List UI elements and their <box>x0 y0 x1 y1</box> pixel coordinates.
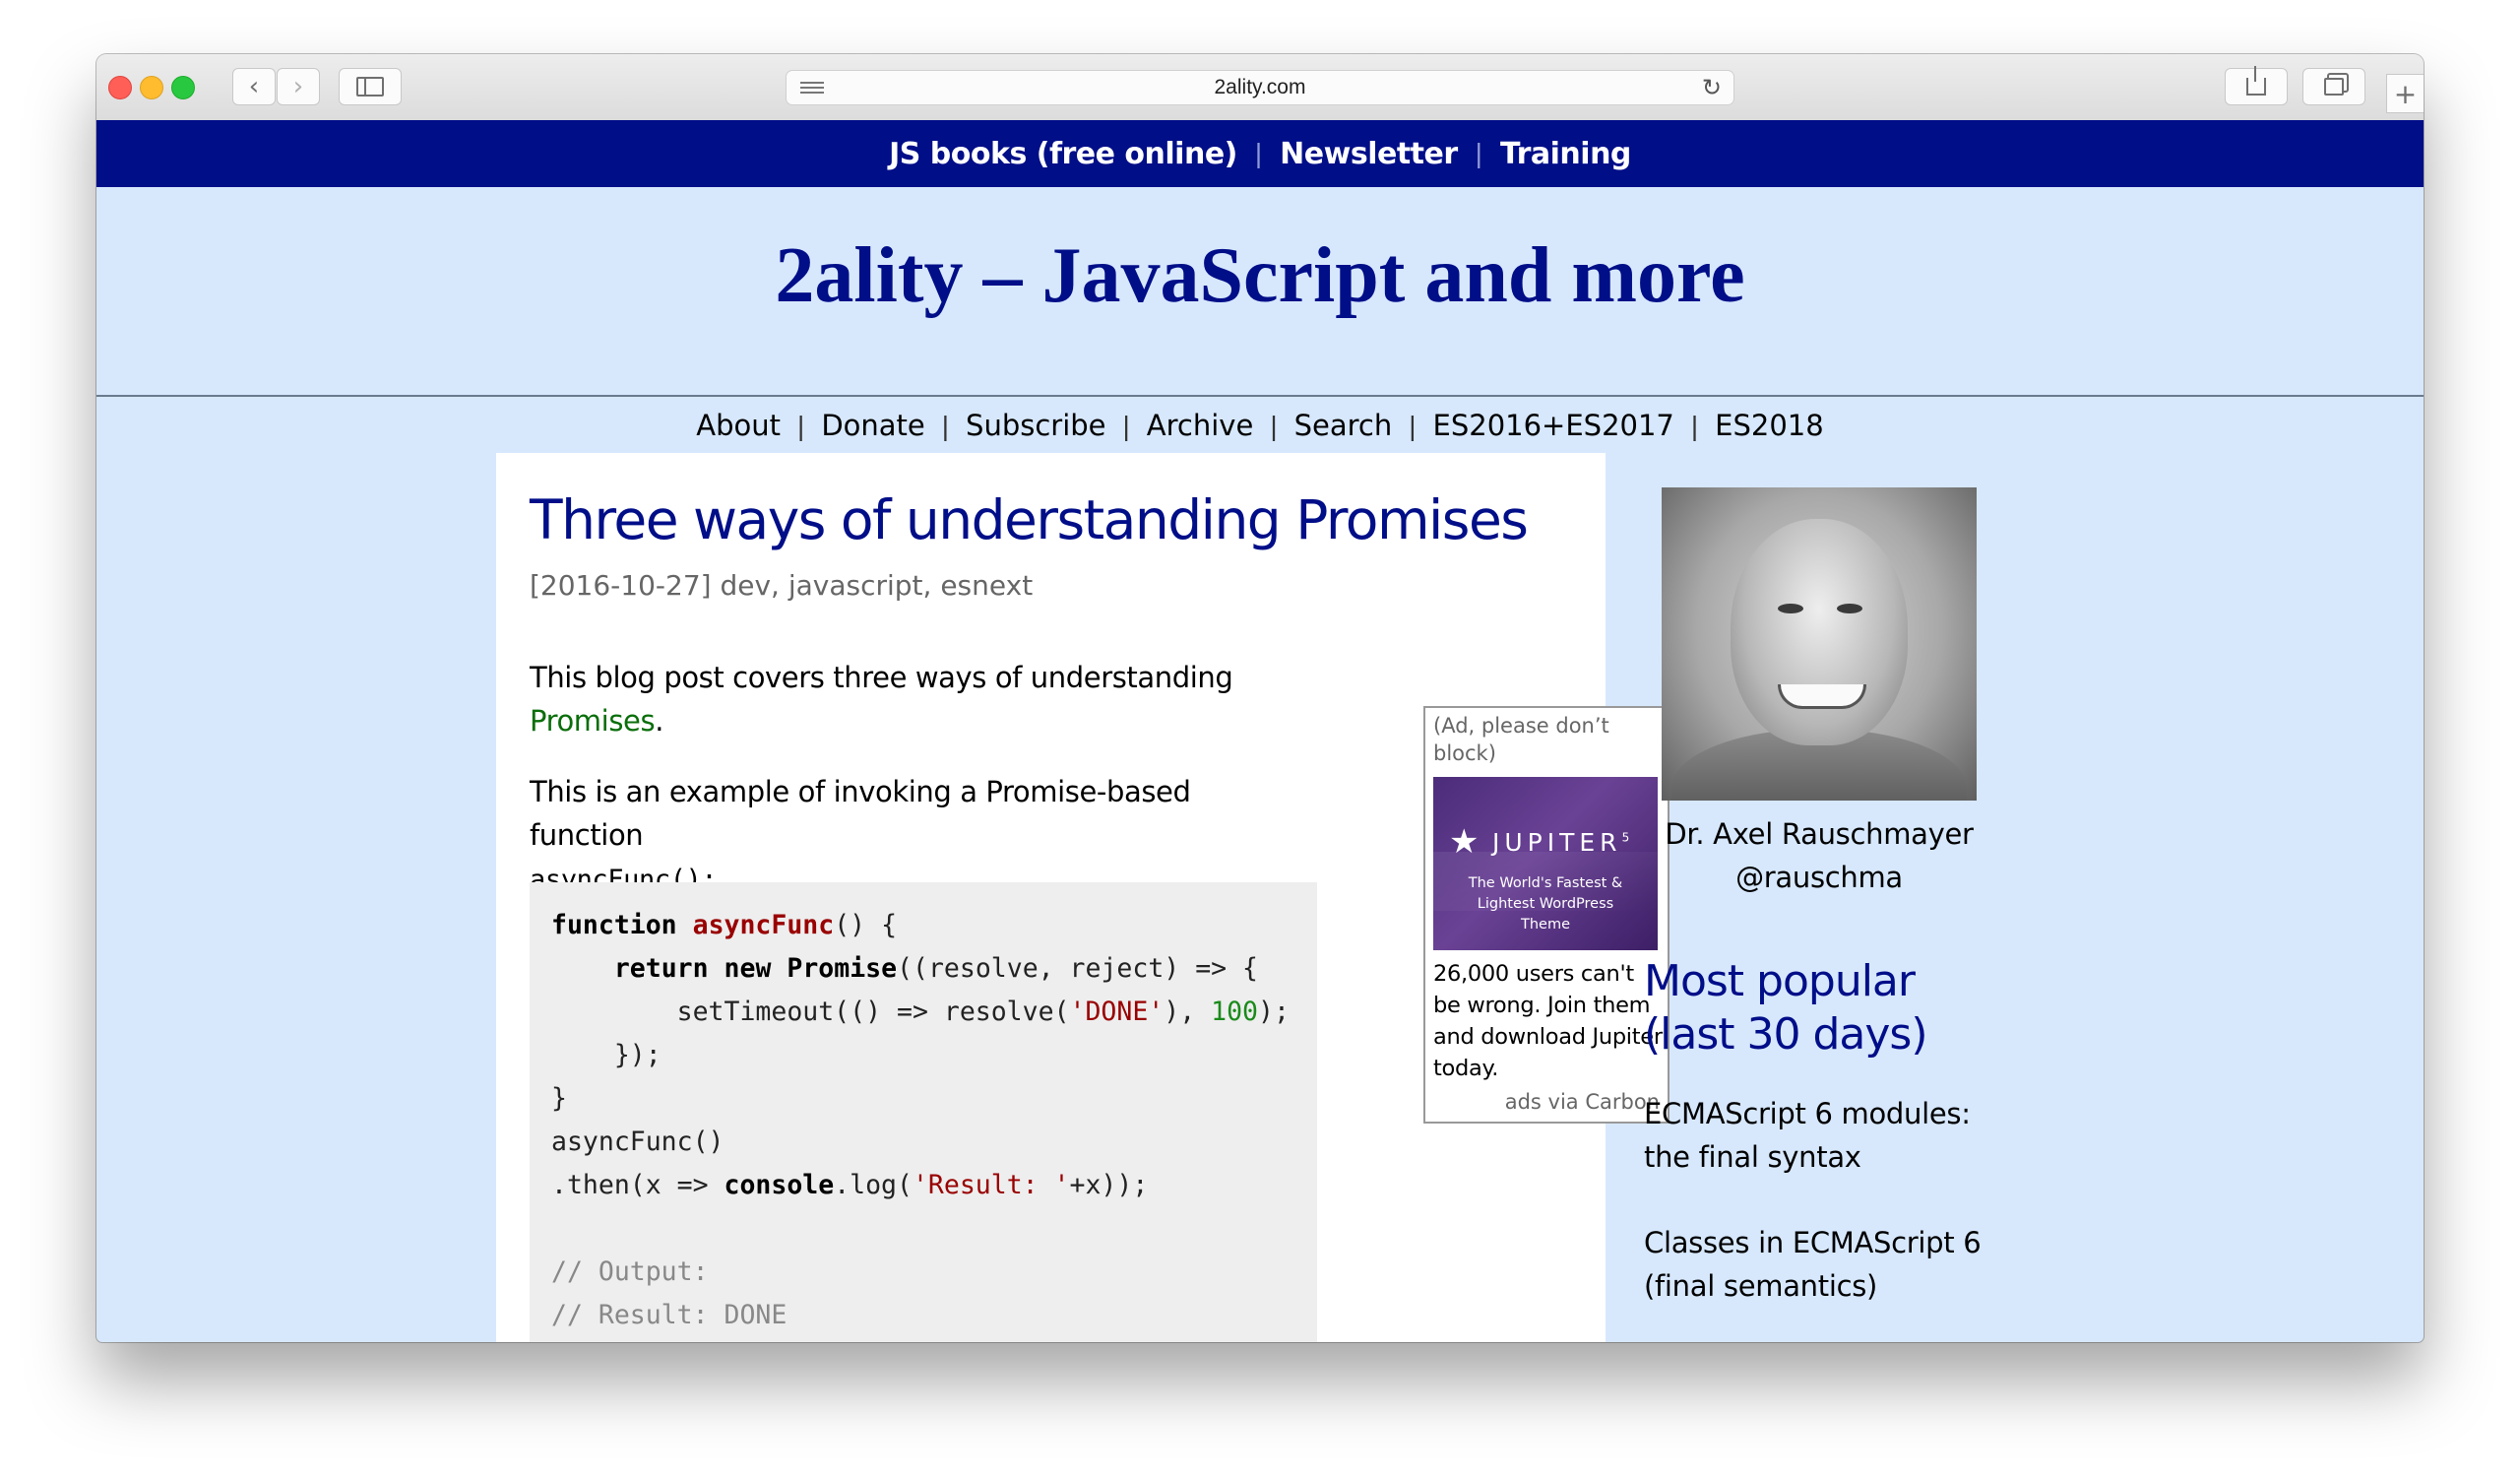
share-icon <box>2246 66 2266 96</box>
popular-item-link[interactable]: Classes in ECMAScript 6 (final semantics… <box>1644 1221 2008 1308</box>
nav-training-link[interactable]: Training <box>1500 137 1631 171</box>
sidebar-icon <box>356 77 384 97</box>
browser-window: ‹ › 2ality.com ↻ + JS books (free online… <box>96 54 2424 1342</box>
chevron-right-icon: › <box>292 72 304 101</box>
ad-tagline: The World's Fastest & Lightest WordPress… <box>1468 875 1623 933</box>
star-icon: ★ <box>1449 822 1480 862</box>
minimize-window-button[interactable] <box>140 76 163 99</box>
share-button[interactable] <box>2225 66 2288 105</box>
back-button[interactable]: ‹ <box>232 68 276 105</box>
ad-notice: (Ad, please don’t block) <box>1433 714 1609 765</box>
ad-brand: JUPITER5 <box>1492 828 1630 857</box>
subnav-about-link[interactable]: About <box>696 409 781 442</box>
post-meta: [2016-10-27] dev, javascript, esnext <box>530 569 1034 602</box>
subnav-donate-link[interactable]: Donate <box>821 409 924 442</box>
subnav-es2016-link[interactable]: ES2016+ES2017 <box>1433 409 1674 442</box>
ad-banner-image[interactable]: ★ JUPITER5 The World's Fastest & Lightes… <box>1433 777 1658 950</box>
site-header: 2ality – JavaScript and more <box>96 187 2424 397</box>
subnav-subscribe-link[interactable]: Subscribe <box>966 409 1105 442</box>
example-text: This is an example of invoking a Promise… <box>530 775 1191 852</box>
address-bar[interactable]: 2ality.com ↻ <box>786 70 1734 105</box>
ad-copy[interactable]: 26,000 users can't be wrong. Join them a… <box>1433 958 1666 1084</box>
browser-toolbar: ‹ › 2ality.com ↻ + <box>96 54 2424 121</box>
chevron-left-icon: ‹ <box>248 72 260 101</box>
carbon-ad[interactable]: (Ad, please don’t block) ★ JUPITER5 The … <box>1423 706 1670 1124</box>
subnav-search-link[interactable]: Search <box>1294 409 1393 442</box>
subnav-separator: | <box>1270 411 1278 441</box>
popular-item-link[interactable]: ECMAScript 6 modules: the final syntax <box>1644 1092 2008 1179</box>
top-navigation: JS books (free online) | Newsletter | Tr… <box>96 120 2424 187</box>
post-title[interactable]: Three ways of understanding Promises <box>530 488 1529 551</box>
author-name: Dr. Axel Rauschmayer <box>1665 817 1974 851</box>
nav-newsletter-link[interactable]: Newsletter <box>1280 137 1458 171</box>
close-window-button[interactable] <box>108 76 132 99</box>
plus-icon: + <box>2393 77 2418 110</box>
subnav-separator: | <box>1122 411 1130 441</box>
most-popular-heading: Most popular (last 30 days) <box>1644 956 1928 1060</box>
forward-button[interactable]: › <box>277 68 320 105</box>
intro-paragraph: This blog post covers three ways of unde… <box>530 656 1297 742</box>
nav-separator: | <box>1475 138 1482 168</box>
sidebar-toggle-button[interactable] <box>339 68 402 105</box>
sub-navigation: About | Donate | Subscribe | Archive | Search | ES… <box>96 409 2424 442</box>
code-listing: function asyncFunc() { return new Promis… <box>551 910 1290 1330</box>
subnav-es2018-link[interactable]: ES2018 <box>1715 409 1824 442</box>
intro-text: This blog post covers three ways of unde… <box>530 661 1233 694</box>
intro-end: . <box>655 704 664 738</box>
tabs-icon <box>2324 78 2344 96</box>
tabs-overview-button[interactable] <box>2302 68 2365 105</box>
reload-icon[interactable]: ↻ <box>1702 74 1722 101</box>
zoom-window-button[interactable] <box>171 76 195 99</box>
promises-link[interactable]: Promises <box>530 704 656 738</box>
new-tab-button[interactable]: + <box>2386 74 2424 113</box>
subnav-separator: | <box>797 411 805 441</box>
subnav-separator: | <box>1690 411 1699 441</box>
code-block: function asyncFunc() { return new Promis… <box>530 882 1317 1342</box>
subnav-archive-link[interactable]: Archive <box>1147 409 1254 442</box>
author-photo <box>1662 487 1977 801</box>
ad-via-carbon-link[interactable]: ads via Carbon <box>1505 1090 1660 1114</box>
url-text: 2ality.com <box>1214 76 1306 98</box>
nav-separator: | <box>1254 138 1263 168</box>
nav-js-books-link[interactable]: JS books (free online) <box>889 137 1237 171</box>
subnav-separator: | <box>941 411 950 441</box>
author-twitter-link[interactable]: @rauschma <box>1662 861 1977 894</box>
site-title[interactable]: 2ality – JavaScript and more <box>96 231 2424 321</box>
subnav-separator: | <box>1409 411 1417 441</box>
